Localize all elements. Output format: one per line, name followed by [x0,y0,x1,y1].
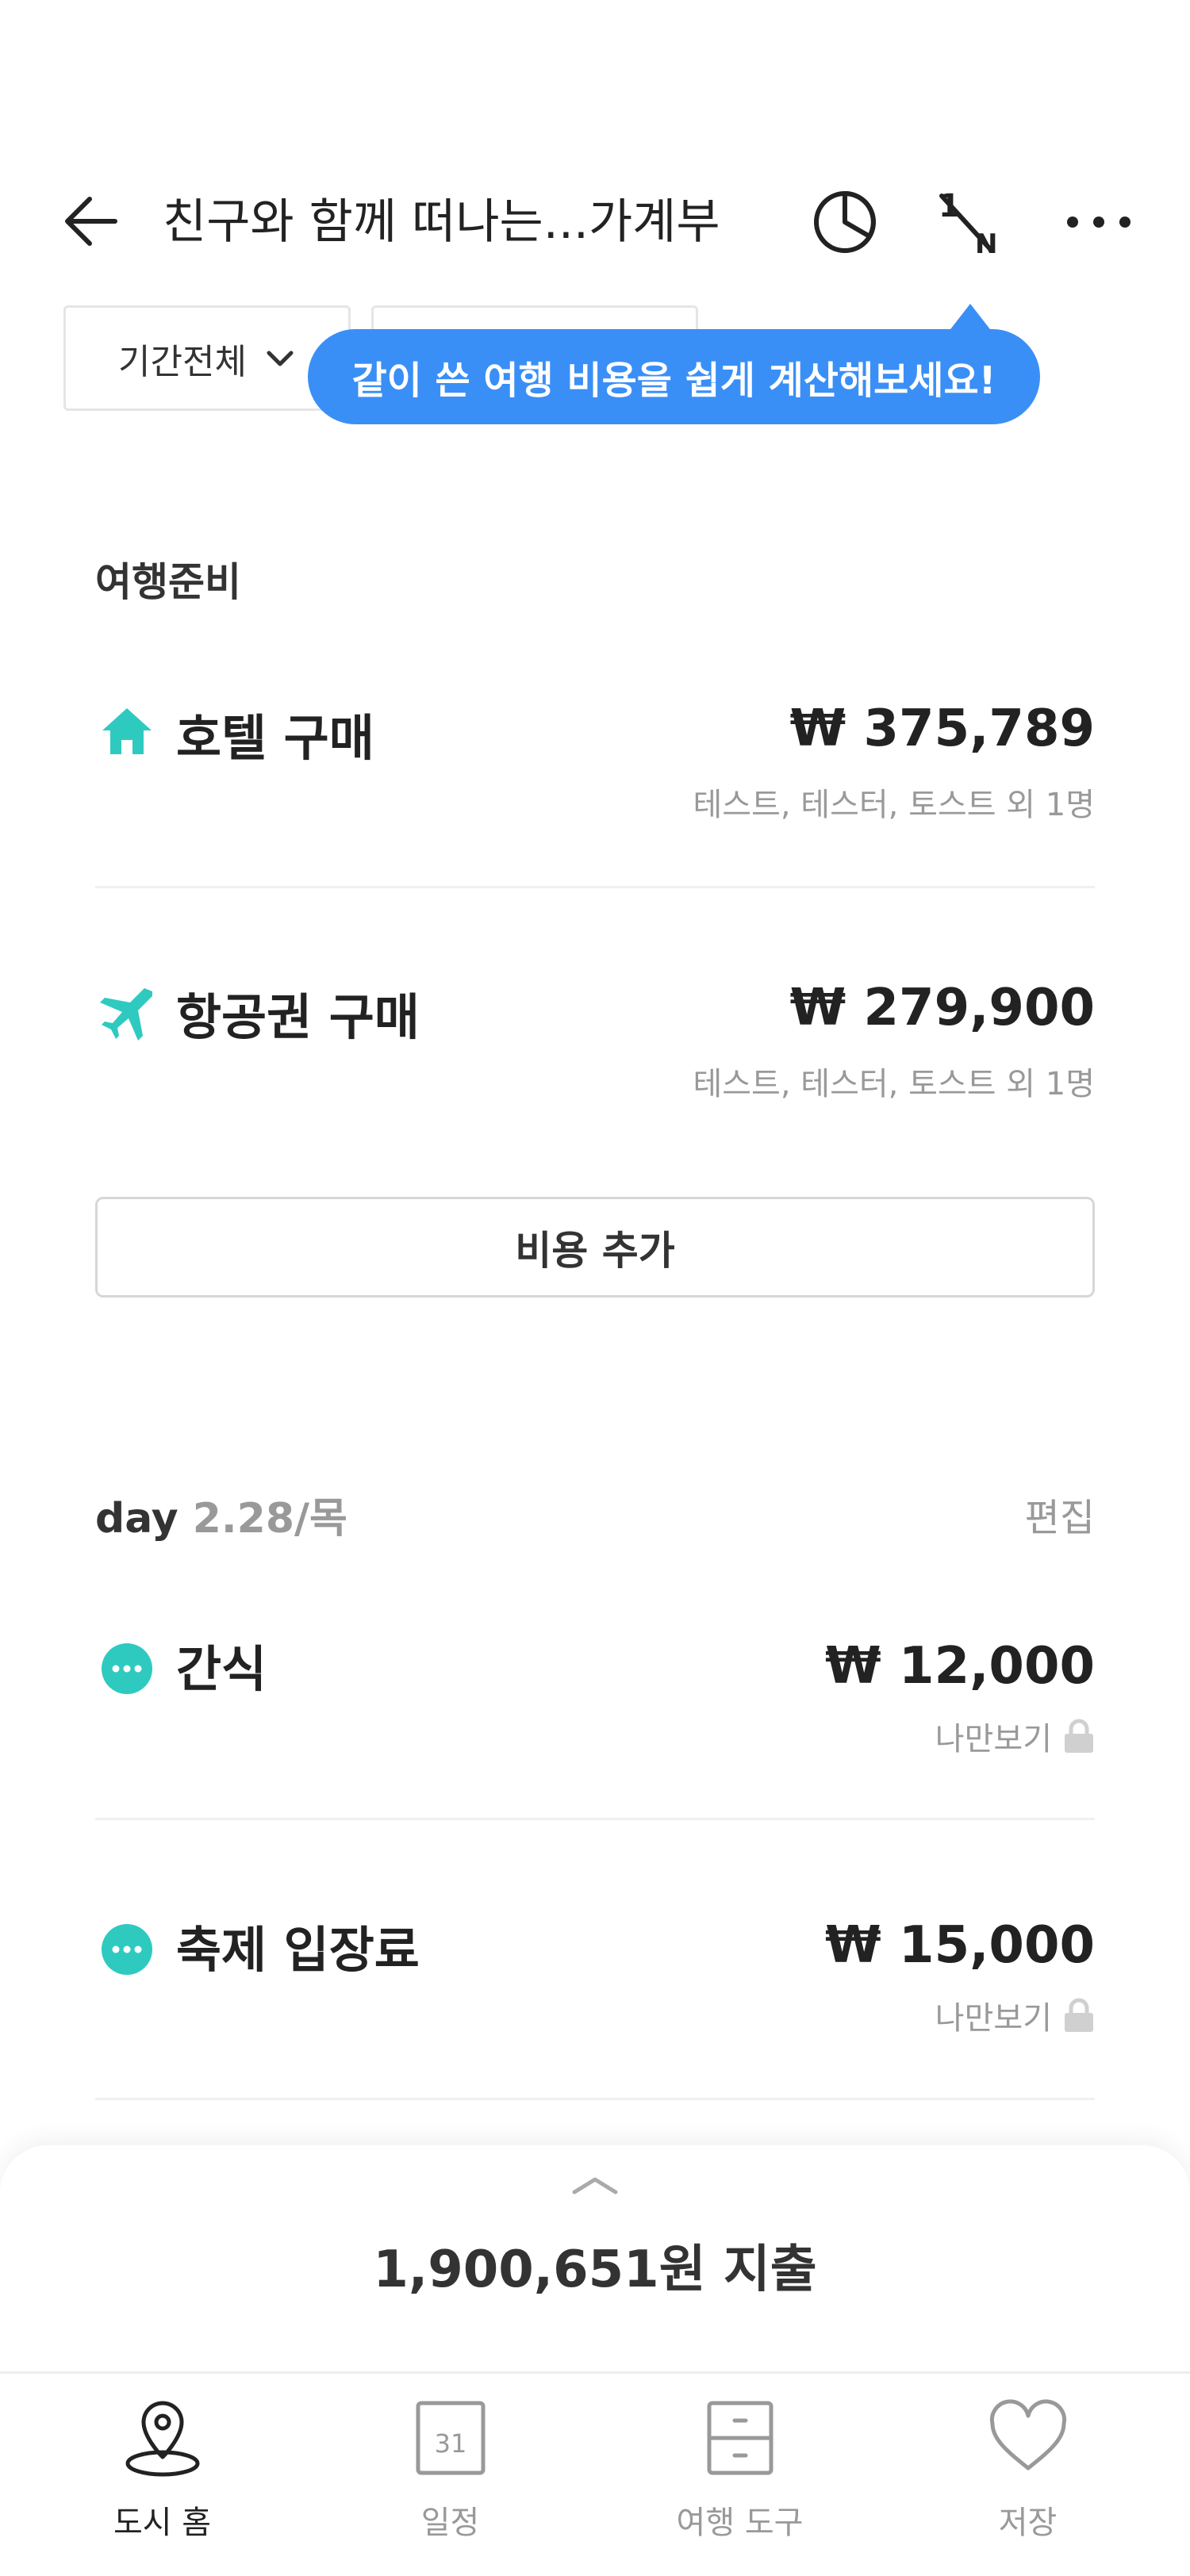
expense-amount: ₩ 15,000 [825,1916,1095,1975]
house-icon [95,700,159,763]
tooltip-arrow [948,304,992,332]
nav-label: 일정 [420,2505,480,2541]
nav-item-saved[interactable]: 저장 [879,2379,1177,2554]
nav-label: 여행 도구 [676,2505,804,2541]
more-dots-icon [95,1637,159,1700]
participants-text: 테스트, 테스터, 토스트 외 1명 [693,1066,1095,1102]
day-header: day 2.28/목 [95,1485,347,1544]
lock-icon [1065,1998,1093,2032]
map-pin-icon [119,2395,206,2482]
expense-name: 항공권 구매 [176,988,420,1046]
nav-item-schedule[interactable]: 31 일정 [301,2379,599,2554]
nav-label: 도시 홈 [113,2505,212,2541]
heart-icon [985,2395,1072,2482]
edit-button[interactable]: 편집 [1025,1486,1095,1542]
divider [95,1818,1095,1820]
day-prefix: day [95,1495,178,1543]
expense-name: 간식 [176,1640,267,1698]
one-over-n-icon: 1 N [939,188,997,258]
private-label: 나만보기 [935,1721,1052,1758]
lock-icon [1065,1719,1093,1753]
nav-label: 저장 [998,2505,1058,2541]
expense-amount: ₩ 375,789 [789,700,1095,758]
add-expense-button[interactable]: 비용 추가 [95,1197,1095,1298]
nav-item-travel-tools[interactable]: 여행 도구 [591,2379,889,2554]
svg-text:1: 1 [939,188,961,224]
cabinet-icon [697,2395,784,2482]
back-button[interactable] [56,186,127,257]
total-spent: 1,900,651원 지출 [373,2241,817,2299]
split-tooltip: 같이 쓴 여행 비용을 쉽게 계산해보세요! [308,329,1040,424]
more-horizontal-icon [1067,217,1130,228]
pie-chart-icon [814,191,876,253]
split-bill-button[interactable]: 1 N [930,182,1009,262]
day-date: 2.28/목 [192,1495,347,1543]
expense-participants: 테스트, 테스터, 토스트 외 1명 [693,779,1095,825]
divider [95,2098,1095,2100]
back-arrow-icon [65,197,117,246]
calendar-icon: 31 [407,2395,494,2482]
more-button[interactable] [1059,182,1138,262]
chevron-down-icon [267,351,294,366]
svg-text:N: N [975,228,997,258]
page-title: 친구와 함께 떠나는...가계부 [163,194,720,250]
private-label: 나만보기 [935,2000,1052,2037]
nav-item-city-home[interactable]: 도시 홈 [13,2379,311,2554]
participants-text: 테스트, 테스터, 토스트 외 1명 [693,787,1095,823]
stats-button[interactable] [805,182,885,262]
expense-amount: ₩ 12,000 [825,1637,1095,1696]
section-title-prep: 여행준비 [95,559,241,605]
svg-text:31: 31 [434,2428,466,2459]
airplane-icon [95,982,159,1045]
visibility-status: 나만보기 [935,1713,1095,1759]
expense-name: 호텔 구매 [176,709,374,767]
more-dots-icon [95,1918,159,1981]
expense-amount: ₩ 279,900 [789,979,1095,1037]
expense-name: 축제 입장료 [176,1921,420,1979]
period-filter[interactable]: 기간전체 [63,305,351,411]
divider [95,886,1095,888]
visibility-status: 나만보기 [935,1992,1095,2038]
period-filter-label: 기간전체 [118,341,247,382]
expense-participants: 테스트, 테스터, 토스트 외 1명 [693,1058,1095,1104]
chevron-up-icon[interactable] [571,2173,619,2197]
